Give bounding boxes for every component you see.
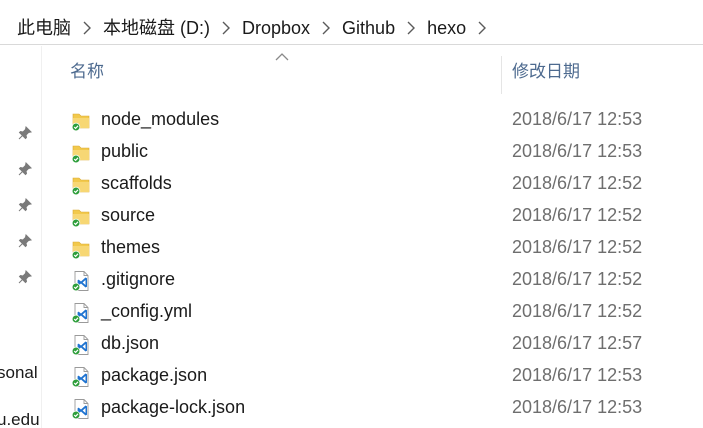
synced-folder-icon [70, 110, 92, 132]
pin-icon[interactable] [17, 269, 33, 285]
file-row[interactable]: package-lock.json 2018/6/17 12:53 [60, 392, 703, 424]
vscode-file-icon [70, 302, 92, 324]
chevron-right-icon[interactable] [472, 13, 492, 43]
chevron-right-icon[interactable] [216, 13, 236, 43]
file-date-modified: 2018/6/17 12:53 [512, 141, 643, 161]
file-row[interactable]: db.json 2018/6/17 12:57 [60, 328, 703, 360]
vscode-file-icon [70, 366, 92, 388]
file-date-modified: 2018/6/17 12:52 [512, 173, 643, 193]
file-date-modified: 2018/6/17 12:53 [512, 109, 643, 129]
pin-icon[interactable] [17, 197, 33, 213]
file-row[interactable]: themes 2018/6/17 12:52 [60, 232, 703, 264]
column-header-date-modified[interactable]: 修改日期 [512, 57, 580, 82]
pin-icon[interactable] [17, 161, 33, 177]
breadcrumb-dropbox[interactable]: Dropbox [236, 13, 316, 43]
breadcrumb-hexo[interactable]: hexo [421, 13, 472, 43]
file-row[interactable]: _config.yml 2018/6/17 12:52 [60, 296, 703, 328]
file-date-modified: 2018/6/17 12:57 [512, 333, 643, 353]
file-row[interactable]: scaffolds 2018/6/17 12:52 [60, 168, 703, 200]
breadcrumb: 此电脑 本地磁盘 (D:) Dropbox Github hexo [0, 12, 492, 44]
synced-folder-icon [70, 174, 92, 196]
synced-folder-icon [70, 238, 92, 260]
breadcrumb-local-disk[interactable]: 本地磁盘 (D:) [97, 13, 216, 43]
file-date-modified: 2018/6/17 12:52 [512, 269, 643, 289]
vscode-file-icon [70, 270, 92, 292]
synced-folder-icon [70, 142, 92, 164]
navigation-pane[interactable]: sonal u.edu [0, 46, 42, 428]
file-name: package-lock.json [101, 397, 246, 417]
file-row[interactable]: public 2018/6/17 12:53 [60, 136, 703, 168]
vscode-file-icon [70, 398, 92, 420]
column-divider[interactable] [501, 56, 502, 94]
file-name: _config.yml [101, 301, 193, 321]
column-header-name[interactable]: 名称 [70, 57, 104, 82]
file-name: db.json [101, 333, 160, 353]
file-name: .gitignore [101, 269, 176, 289]
file-date-modified: 2018/6/17 12:52 [512, 237, 643, 257]
file-name: themes [101, 237, 161, 257]
breadcrumb-github[interactable]: Github [336, 13, 401, 43]
file-name: scaffolds [101, 173, 172, 193]
file-date-modified: 2018/6/17 12:53 [512, 397, 643, 417]
nav-item-partial[interactable]: u.edu [0, 410, 40, 428]
file-row[interactable]: source 2018/6/17 12:52 [60, 200, 703, 232]
file-name: public [101, 141, 149, 161]
file-name: node_modules [101, 109, 220, 129]
file-date-modified: 2018/6/17 12:52 [512, 301, 643, 321]
chevron-right-icon[interactable] [77, 13, 97, 43]
synced-folder-icon [70, 206, 92, 228]
breadcrumb-this-pc[interactable]: 此电脑 [0, 13, 77, 43]
pin-icon[interactable] [17, 233, 33, 249]
file-row[interactable]: package.json 2018/6/17 12:53 [60, 360, 703, 392]
address-bar[interactable]: 此电脑 本地磁盘 (D:) Dropbox Github hexo [0, 12, 703, 45]
file-name: package.json [101, 365, 208, 385]
file-row[interactable]: .gitignore 2018/6/17 12:52 [60, 264, 703, 296]
vscode-file-icon [70, 334, 92, 356]
file-date-modified: 2018/6/17 12:52 [512, 205, 643, 225]
nav-item-partial[interactable]: sonal [0, 363, 38, 383]
chevron-right-icon[interactable] [401, 13, 421, 43]
file-date-modified: 2018/6/17 12:53 [512, 365, 643, 385]
file-name: source [101, 205, 156, 225]
pin-icon[interactable] [17, 125, 33, 141]
chevron-right-icon[interactable] [316, 13, 336, 43]
sort-ascending-icon [275, 53, 289, 61]
file-row[interactable]: node_modules 2018/6/17 12:53 [60, 104, 703, 136]
